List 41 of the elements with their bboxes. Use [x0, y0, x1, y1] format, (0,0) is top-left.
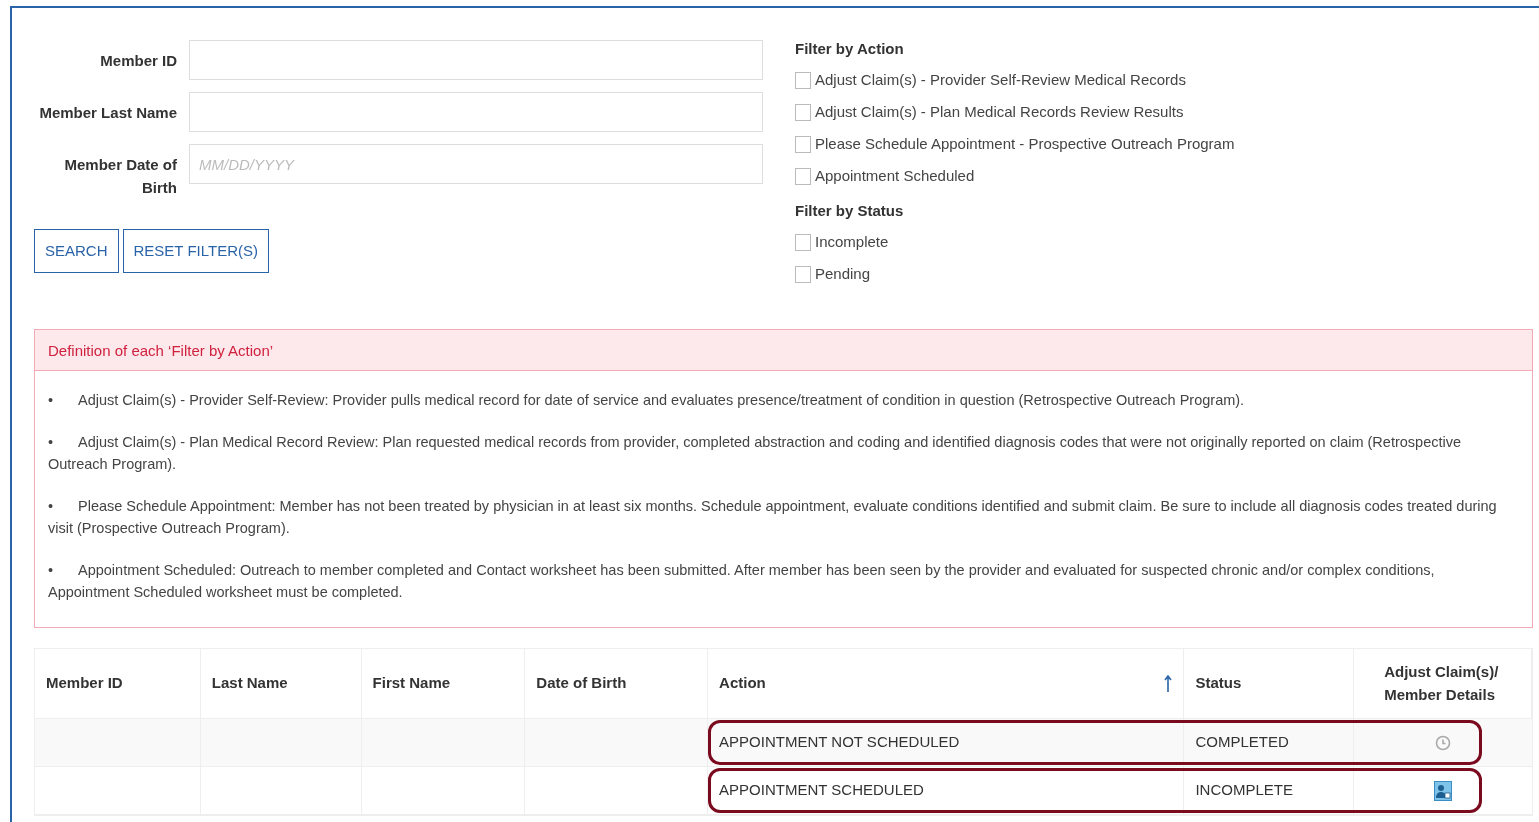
- checkbox[interactable]: [795, 135, 811, 153]
- table-cell: INCOMPLETE: [1184, 767, 1355, 814]
- checkbox-label: Adjust Claim(s) - Provider Self-Review Medical Records: [815, 69, 1186, 90]
- field-label: Member ID: [99, 51, 178, 71]
- column-header[interactable]: Date of Birth: [525, 649, 709, 718]
- sort-arrow-icon[interactable]: [1164, 674, 1173, 693]
- input-field[interactable]: MM/DD/YYYY: [189, 144, 763, 184]
- field-label: Member Last Name: [38, 103, 178, 123]
- definition-text: • Please Schedule Appointment: Member has not been treated by physician in at least six months. Schedule appointment, evaluate conditions identified and submit claim. Be sure to include all diagnosis codes treated during visit (Prospective Outreach Program).: [48, 497, 1498, 538]
- checkbox-label: Appointment Scheduled: [815, 165, 975, 186]
- column-header[interactable]: First Name: [361, 649, 526, 718]
- checkbox-label: Please Schedule Appointment - Prospective Outreach Program: [815, 133, 1235, 154]
- input-field[interactable]: [189, 92, 763, 132]
- column-header[interactable]: Member ID: [35, 649, 201, 718]
- filter-button[interactable]: SEARCH: [34, 229, 119, 273]
- column-header[interactable]: Status: [1184, 649, 1355, 718]
- checkbox-label: Pending: [815, 263, 871, 284]
- checkbox[interactable]: [795, 71, 811, 89]
- field-label: Member Date of Birth: [63, 155, 178, 198]
- checkbox-label: Incomplete: [815, 231, 889, 252]
- clock-icon[interactable]: [1435, 734, 1452, 751]
- panel-title: Definition of each ‘Filter by Action’: [35, 330, 1532, 371]
- checkbox[interactable]: [795, 167, 811, 185]
- checkbox[interactable]: [795, 265, 811, 283]
- table-cell: APPOINTMENT SCHEDULED: [708, 767, 1185, 814]
- checkbox-label: Adjust Claim(s) - Plan Medical Records Review Results: [815, 101, 1184, 122]
- column-header[interactable]: Last Name: [200, 649, 362, 718]
- checkbox[interactable]: [795, 233, 811, 251]
- table-cell: APPOINTMENT NOT SCHEDULED: [708, 719, 1185, 766]
- column-header[interactable]: Adjust Claim(s)/ Member Details: [1354, 649, 1532, 718]
- definition-text: • Adjust Claim(s) - Provider Self-Review: Provider pulls medical record for date of service and evaluates presence/treatment of condition in question (Retrospective Outreach Program).: [48, 391, 1245, 410]
- filter-heading: Filter by Action: [795, 39, 905, 59]
- checkbox[interactable]: [795, 103, 811, 121]
- definition-text: • Appointment Scheduled: Outreach to member completed and Contact worksheet has been submitted. After member has been seen by the provider and evaluated for suspected chronic and/or complex conditions, Appointment Scheduled worksheet must be completed.: [48, 561, 1436, 602]
- filter-heading: Filter by Status: [795, 201, 905, 221]
- member-card-icon[interactable]: [1434, 780, 1453, 801]
- column-header[interactable]: Action: [708, 649, 1185, 718]
- input-field[interactable]: [189, 40, 763, 80]
- definition-text: • Adjust Claim(s) - Plan Medical Record Review: Plan requested medical records from provider, completed abstraction and coding and identified diagnosis codes that were not originally reported on claim (Retrospective Outreach Program).: [48, 433, 1462, 474]
- table-cell: COMPLETED: [1184, 719, 1355, 766]
- filter-button[interactable]: RESET FILTER(S): [122, 229, 269, 273]
